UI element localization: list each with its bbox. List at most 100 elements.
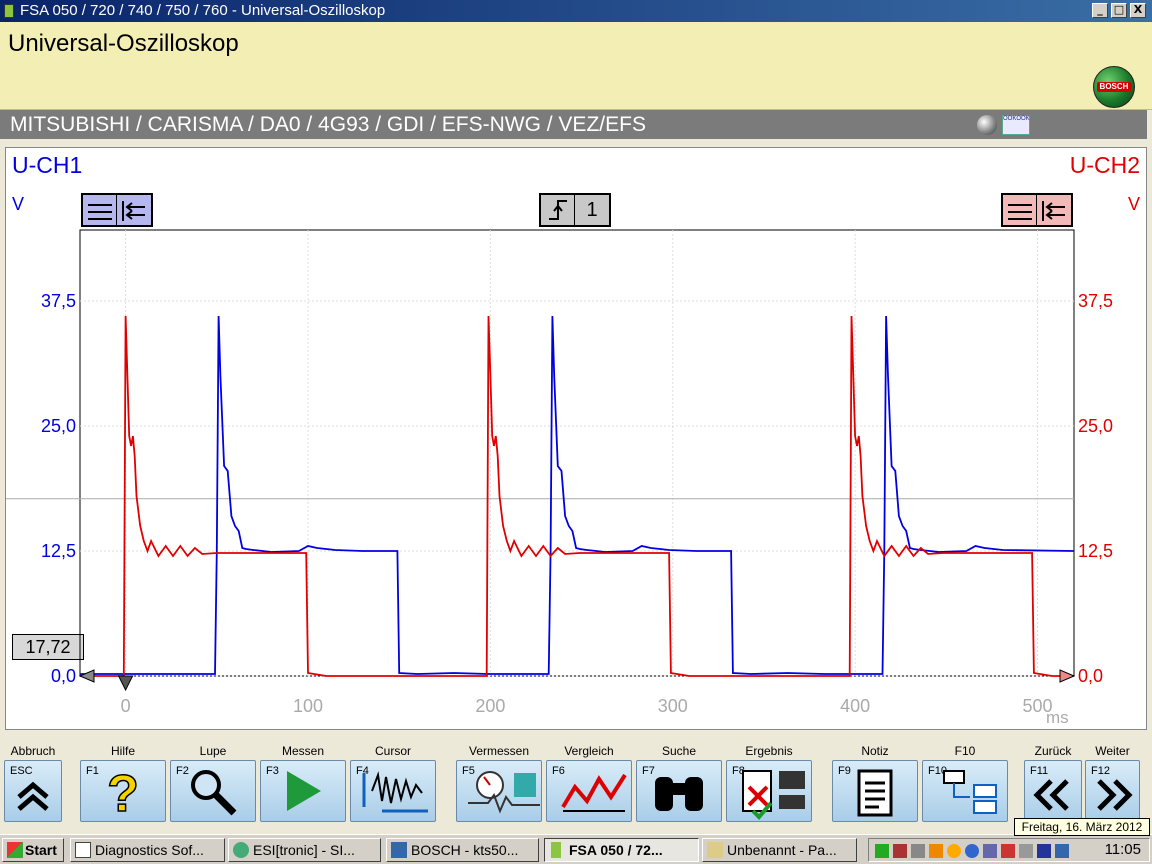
double-chevron-up-icon: [13, 775, 53, 820]
fkey-f4[interactable]: Cursor F4: [350, 735, 436, 830]
update-icon: [947, 844, 961, 858]
x-tick-label: 500: [1022, 696, 1052, 716]
bosch-app-icon: [391, 842, 407, 858]
printer-icon: [911, 844, 925, 858]
svg-text:?: ?: [107, 767, 139, 819]
minimize-button[interactable]: _: [1092, 3, 1108, 18]
fkey-f9[interactable]: Notiz F9: [832, 735, 918, 830]
taskbar-item-label: Diagnostics Sof...: [95, 842, 204, 858]
clock: 11:05: [1104, 841, 1141, 858]
date-tooltip: Freitag, 16. März 2012: [1014, 818, 1150, 836]
vehicle-bar: MITSUBISHI / CARISMA / DA0 / 4G93 / GDI …: [0, 110, 1147, 139]
note-icon: [855, 767, 895, 824]
tree-icon: [940, 767, 1000, 822]
taskbar-item-label: Unbenannt - Pa...: [727, 842, 837, 858]
fkey-f12[interactable]: Weiter F12: [1085, 735, 1140, 830]
fkey-label: Abbruch: [10, 744, 56, 758]
network-icon: [875, 844, 889, 858]
ch2-zero-marker-icon: [1059, 669, 1076, 683]
plot-frame: [79, 229, 1075, 677]
fkey-f7[interactable]: Suche F7: [636, 735, 722, 830]
taskbar-item-bosch[interactable]: BOSCH - kts50...: [386, 838, 539, 862]
fkey-label: Suche: [661, 744, 697, 758]
fkey-label: Lupe: [199, 744, 227, 758]
start-button[interactable]: Start: [2, 838, 64, 862]
window-titlebar: FSA 050 / 720 / 740 / 750 / 760 - Univer…: [0, 0, 1152, 22]
fkey-esc[interactable]: Abbruch ESC: [4, 735, 62, 830]
fkey-f3[interactable]: Messen F3: [260, 735, 346, 830]
close-button[interactable]: X: [1130, 3, 1146, 18]
ch1-zero-marker-icon: [78, 669, 95, 683]
app-icon: [4, 4, 14, 18]
fkey-f2[interactable]: Lupe F2: [170, 735, 256, 830]
y-tick-right: 25,0: [1078, 416, 1113, 436]
taskbar-item-diagnostics[interactable]: Diagnostics Sof...: [70, 838, 225, 862]
scope-plot[interactable]: 0 100 200 300 400 500 37,5 37,5 25,0 25,0 12,5 12,5…: [6, 148, 1146, 729]
globe-icon: [233, 842, 249, 858]
y-tick-right: 37,5: [1078, 291, 1113, 311]
logo-text: BOSCH: [1097, 82, 1131, 92]
fkey-f1[interactable]: Hilfe F1?: [80, 735, 166, 830]
fkey-shortcut: F1: [86, 765, 99, 777]
result-print-icon: [739, 767, 809, 826]
magnifier-icon: [188, 767, 238, 822]
volume-icon: [929, 844, 943, 858]
device-icon: [1019, 844, 1033, 858]
fkey-label: F10: [954, 744, 976, 758]
fkey-label: Hilfe: [110, 744, 135, 758]
virus-icon: [1037, 844, 1051, 858]
taskbar-item-paint[interactable]: Unbenannt - Pa...: [702, 838, 857, 862]
page-title: Universal-Oszilloskop: [8, 30, 239, 57]
plot-labels: 0 100 200 300 400 500 37,5 37,5 25,0 25,0 12,5 12,5…: [41, 291, 1113, 716]
x-tick-label: 300: [658, 696, 688, 716]
tray-icons[interactable]: [873, 840, 1073, 862]
x-tick-label: 400: [840, 696, 870, 716]
windows-logo-icon: [7, 842, 23, 858]
y-tick-left: 37,5: [41, 291, 76, 311]
function-key-bar: Abbruch ESC Hilfe F1? Lupe F2 Messen F3 Cursor F4…: [0, 735, 1152, 830]
vehicle-path: MITSUBISHI / CARISMA / DA0 / 4G93 / GDI …: [10, 113, 646, 136]
question-icon: ?: [103, 764, 143, 824]
fkey-f6[interactable]: Vergleich F6: [546, 735, 632, 830]
fkey-f10[interactable]: F10 F10: [922, 735, 1008, 830]
fkey-shortcut: F9: [838, 765, 851, 777]
window-title: FSA 050 / 720 / 740 / 750 / 760 - Univer…: [20, 2, 386, 19]
y-tick-right: 12,5: [1078, 541, 1113, 561]
cursor-wave-icon: [358, 767, 438, 822]
trigger-position-marker-icon: [117, 675, 134, 692]
fkey-label: Zurück: [1034, 744, 1072, 758]
display-icon: [983, 844, 997, 858]
y-tick-left: 12,5: [41, 541, 76, 561]
system-tray: 11:05: [868, 838, 1150, 862]
fkey-shortcut: F2: [176, 765, 189, 777]
taskbar-item-fsa[interactable]: FSA 050 / 72...: [544, 838, 699, 862]
monitor-icon: [893, 844, 907, 858]
fkey-label: Weiter: [1095, 744, 1130, 758]
fkey-f11[interactable]: Zurück F11: [1024, 735, 1082, 830]
oscilloscope-panel: U-CH1 U-CH2 V V 1 17,72 ms 0 100 200 300 400…: [5, 147, 1147, 730]
status-ball-icon: [977, 115, 997, 135]
fsa-app-icon: [551, 842, 561, 858]
double-chevron-left-icon: [1031, 775, 1075, 820]
taskbar-item-esitronic[interactable]: ESI[tronic] - SI...: [228, 838, 381, 862]
y-tick-left: 0,0: [51, 666, 76, 686]
taskbar-item-label: ESI[tronic] - SI...: [253, 842, 355, 858]
maximize-button[interactable]: □: [1111, 3, 1127, 18]
plot-grid: [6, 229, 1075, 677]
fkey-label: Ergebnis: [745, 744, 793, 758]
x-tick-label: 100: [293, 696, 323, 716]
double-chevron-right-icon: [1091, 775, 1135, 820]
security-icon: [1001, 844, 1015, 858]
taskbar: Start Diagnostics Sof... ESI[tronic] - S…: [0, 834, 1152, 864]
fkey-label: Vermessen: [468, 744, 530, 758]
fkey-shortcut: F3: [266, 765, 279, 777]
fkey-label: Vergleich: [564, 744, 614, 758]
taskbar-item-label: BOSCH - kts50...: [411, 842, 519, 858]
fkey-f5[interactable]: Vermessen F5: [456, 735, 542, 830]
connection-grid-icon[interactable]: OOKOOK: [1002, 115, 1030, 135]
fkey-f8[interactable]: Ergebnis F8: [726, 735, 812, 830]
y-tick-left: 25,0: [41, 416, 76, 436]
bosch-logo: BOSCH: [1093, 66, 1135, 108]
app-header: Universal-Oszilloskop BOSCH: [0, 22, 1152, 110]
x-tick-label: 200: [475, 696, 505, 716]
